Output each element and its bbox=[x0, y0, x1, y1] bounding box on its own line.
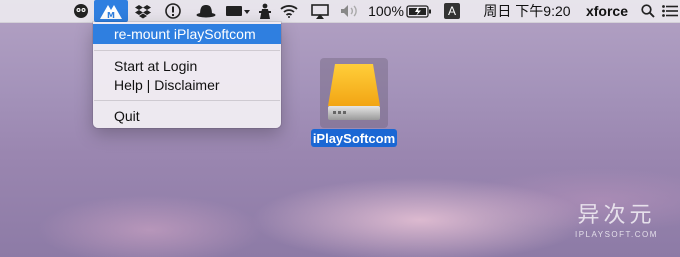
battery-percent: 100% bbox=[368, 3, 404, 19]
menu-item-quit[interactable]: Quit bbox=[93, 106, 281, 126]
input-method-icon[interactable]: A bbox=[442, 0, 462, 22]
drive-icon[interactable] bbox=[320, 58, 388, 128]
menu-item-remount[interactable]: re-mount iPlaySoftcom bbox=[93, 24, 281, 44]
drive-label[interactable]: iPlaySoftcom bbox=[311, 129, 397, 147]
mounty-dropdown-menu: re-mount iPlaySoftcom Start at Login Hel… bbox=[93, 22, 281, 128]
mounty-app-icon[interactable]: M bbox=[94, 0, 128, 22]
menu-separator bbox=[94, 100, 280, 101]
owl-icon[interactable] bbox=[70, 0, 92, 22]
menu-bar: M 100% A 周日 下午9:20 xforce bbox=[0, 0, 680, 23]
watermark-logo: 异次元 IPLAYSOFT.COM bbox=[575, 197, 658, 239]
svg-text:M: M bbox=[107, 11, 115, 20]
input-method-label: A bbox=[444, 3, 460, 19]
menu-item-help-disclaimer[interactable]: Help | Disclaimer bbox=[93, 75, 281, 95]
menu-item-start-at-login[interactable]: Start at Login bbox=[93, 56, 281, 76]
wifi-icon[interactable] bbox=[278, 0, 300, 22]
dropbox-icon[interactable] bbox=[132, 0, 154, 22]
volume-icon[interactable] bbox=[338, 0, 362, 22]
menu-separator bbox=[94, 50, 280, 51]
battery-icon[interactable] bbox=[405, 0, 433, 22]
search-icon[interactable] bbox=[638, 0, 658, 22]
alert-icon[interactable] bbox=[162, 0, 184, 22]
clock[interactable]: 周日 下午9:20 bbox=[479, 0, 575, 22]
hat-icon[interactable] bbox=[193, 0, 219, 22]
watermark-cn: 异次元 bbox=[577, 202, 656, 227]
user-name[interactable]: xforce bbox=[583, 0, 631, 22]
window-manager-icon[interactable] bbox=[223, 0, 253, 22]
watermark-en: IPLAYSOFT.COM bbox=[575, 230, 658, 239]
figure-icon[interactable] bbox=[254, 0, 276, 22]
airplay-icon[interactable] bbox=[309, 0, 331, 22]
list-icon[interactable] bbox=[660, 0, 680, 22]
